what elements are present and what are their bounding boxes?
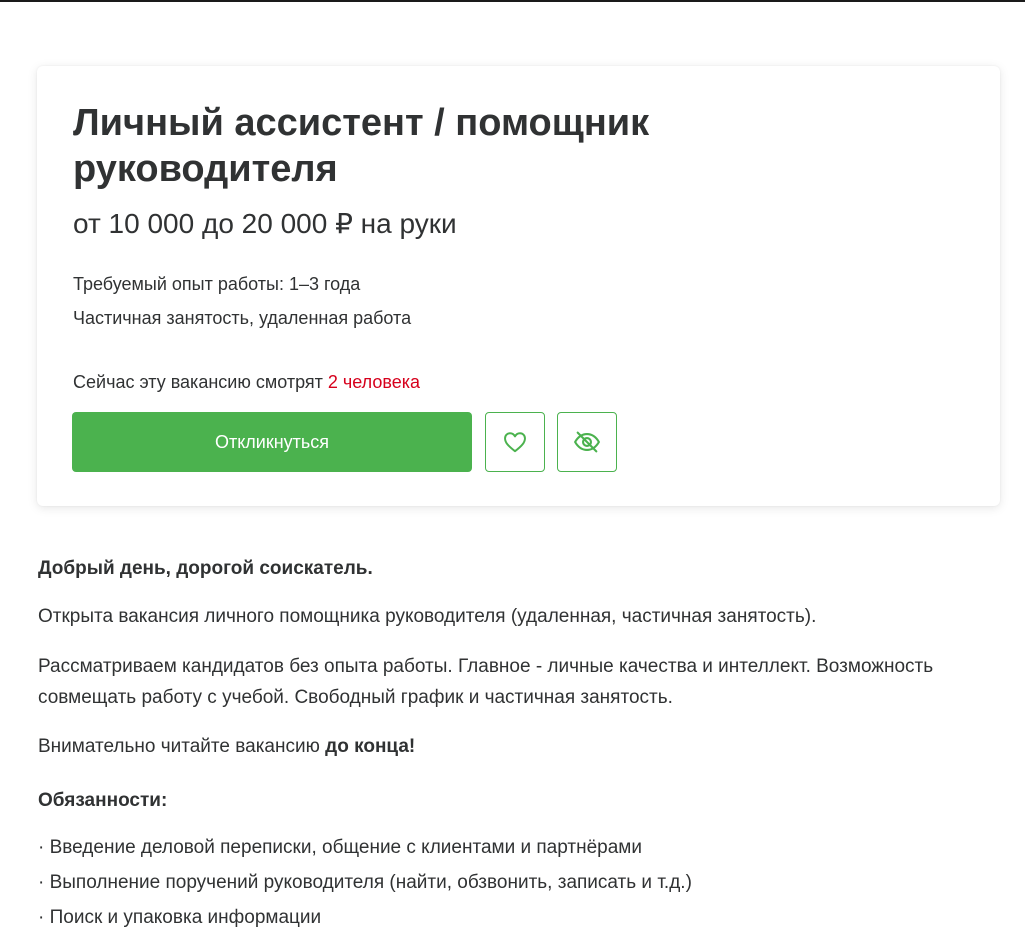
hide-vacancy-button[interactable] bbox=[557, 412, 617, 472]
list-item: · Введение деловой переписки, общение с … bbox=[38, 837, 642, 858]
heart-icon bbox=[504, 432, 526, 453]
viewers-info: Сейчас эту вакансию смотрят 2 человека bbox=[73, 371, 420, 393]
description-candidates: Рассматриваем кандидатов без опыта работ… bbox=[38, 656, 934, 708]
description-greeting: Добрый день, дорогой соискатель. bbox=[38, 553, 998, 584]
list-item: · Поиск и упаковка информации bbox=[38, 907, 322, 928]
vacancy-title: Личный ассистент / помощник руководителя bbox=[73, 102, 650, 190]
viewers-label: Сейчас эту вакансию смотрят bbox=[73, 372, 328, 392]
employment-type: Частичная занятость, удаленная работа bbox=[73, 308, 412, 328]
eye-off-icon bbox=[574, 431, 600, 453]
duties-heading: Обязанности: bbox=[38, 785, 998, 816]
duties-list: · Введение деловой переписки, общение с … bbox=[38, 834, 998, 935]
duties-heading-text: Обязанности: bbox=[38, 790, 168, 811]
read-warning-text: Внимательно читайте вакансию bbox=[38, 736, 326, 757]
vacancy-card: Личный ассистент / помощник руководителя… bbox=[37, 66, 1000, 506]
experience-requirement: Требуемый опыт работы: 1–3 года bbox=[73, 274, 361, 294]
read-warning-emphasis: до конца! bbox=[325, 736, 416, 757]
add-to-favorites-button[interactable] bbox=[485, 412, 545, 472]
description-intro: Открыта вакансия личного помощника руков… bbox=[38, 606, 817, 627]
top-divider bbox=[0, 0, 1025, 2]
description-read-warning: Внимательно читайте вакансию до конца! bbox=[38, 731, 998, 762]
viewers-count: 2 человека bbox=[327, 372, 421, 392]
respond-button[interactable]: Откликнуться bbox=[72, 412, 472, 472]
list-item: · Выполнение поручений руководителя (най… bbox=[38, 872, 692, 893]
vacancy-salary: от 10 000 до 20 000 ₽ на руки bbox=[73, 208, 457, 239]
greeting-text: Добрый день, дорогой соискатель. bbox=[38, 558, 373, 579]
